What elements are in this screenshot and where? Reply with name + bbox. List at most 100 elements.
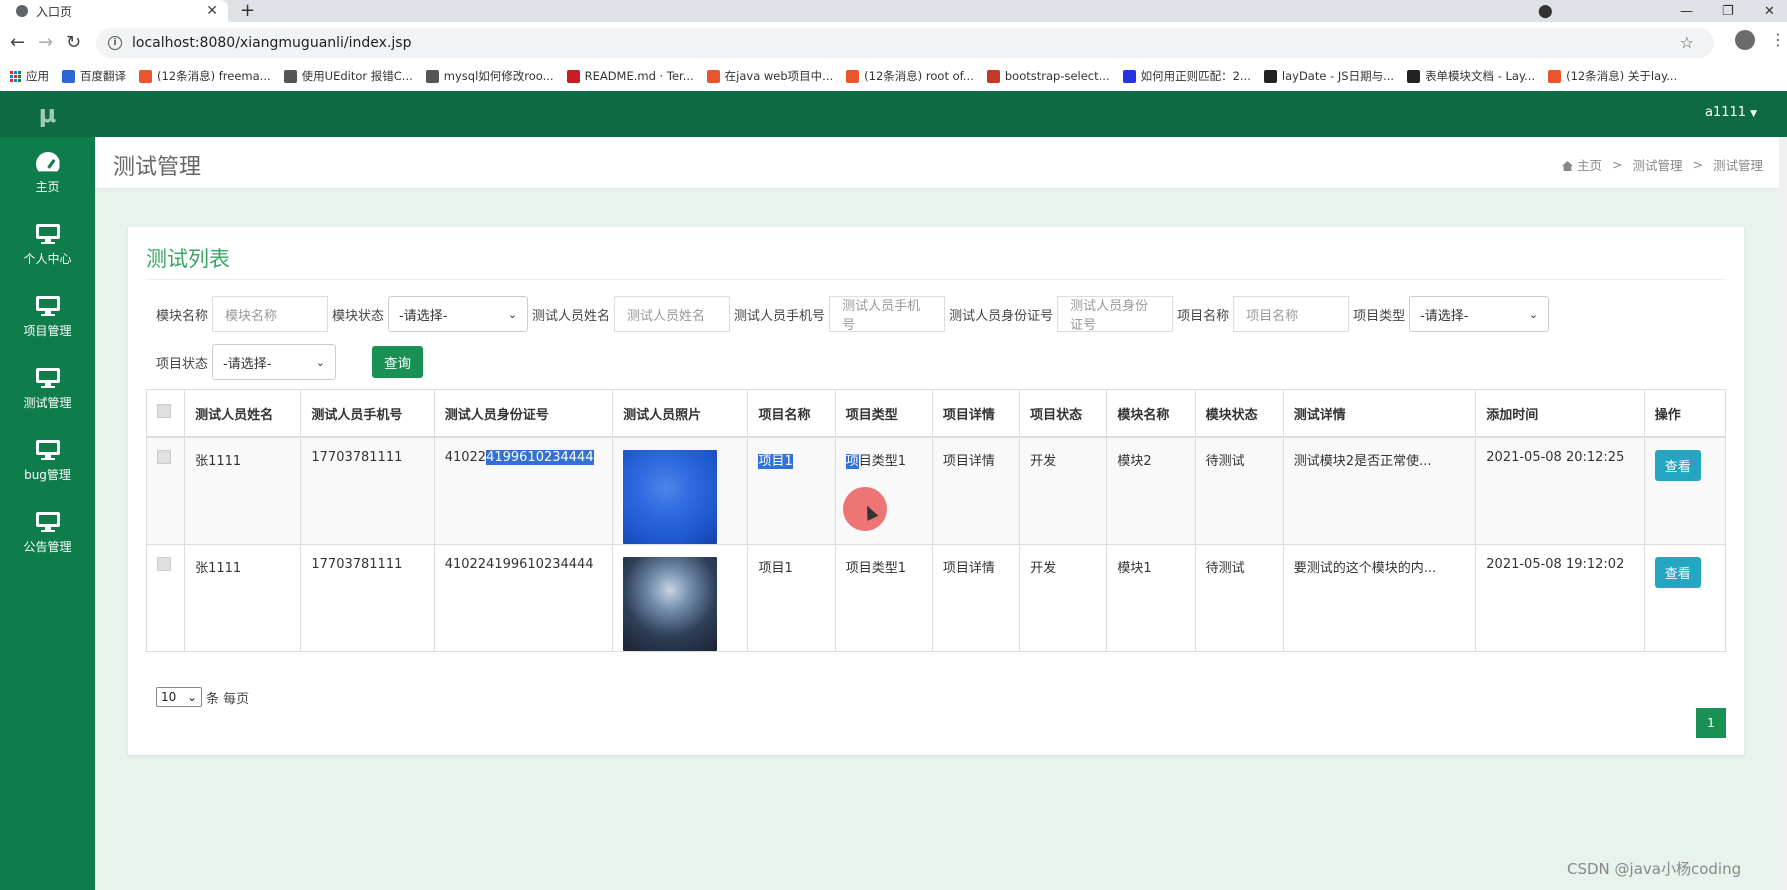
browser-tab[interactable]: 入口页 ✕	[0, 0, 228, 22]
filter-select[interactable]: -请选择- ⌄	[1409, 296, 1550, 332]
forward-arrow-icon[interactable]: →	[38, 32, 53, 53]
close-window-button[interactable]: ✕	[1764, 0, 1775, 22]
bookmark-item[interactable]: 表单模块文档 - Lay...	[1407, 68, 1535, 84]
info-icon[interactable]: i	[108, 36, 122, 50]
new-tab-button[interactable]: +	[240, 0, 255, 22]
filter-input[interactable]: 测试人员手机号	[829, 296, 946, 333]
profile-menu-icon[interactable]: ⬤	[1538, 0, 1553, 22]
chevron-down-icon: ⌄	[507, 307, 518, 321]
user-menu[interactable]: a1111 ▼	[1705, 105, 1757, 120]
filter-input[interactable]: 测试人员姓名	[614, 296, 731, 332]
id-text: 410224199610234444	[444, 556, 594, 572]
project-type-text: 目类型1	[858, 453, 906, 469]
filter-input[interactable]: 测试人员身份证号	[1057, 296, 1174, 333]
chevron-down-icon: ⌄	[186, 690, 197, 704]
sidebar-item-1[interactable]: 个人中心	[0, 209, 95, 281]
project-name-text: 项目1	[758, 453, 793, 469]
table-row: 张1111 17703781111 410224199610234444 项目1 项目类…	[145, 543, 1727, 652]
sidebar-item-label: 测试管理	[23, 395, 72, 410]
filter-label: 项目类型	[1353, 308, 1406, 324]
scrollbar[interactable]	[1779, 137, 1787, 890]
bookmark-item[interactable]: README.md · Ter...	[566, 69, 694, 83]
sidebar-item-2[interactable]: 项目管理	[0, 281, 95, 353]
sidebar-item-0[interactable]: 主页	[0, 137, 95, 209]
cell-module-name: 模块2	[1106, 436, 1196, 545]
bookmark-item[interactable]: mysql如何修改roo...	[425, 68, 554, 84]
sidebar-item-5[interactable]: 公告管理	[0, 497, 95, 569]
menu-kebab-icon[interactable]: ⋮	[1770, 30, 1786, 49]
bookmark-item[interactable]: (12条消息) freema...	[139, 68, 271, 84]
bookmark-item[interactable]: layDate - JS日期与...	[1263, 68, 1394, 84]
filter-input[interactable]: 模块名称	[212, 296, 329, 332]
cell-module-name: 模块1	[1106, 543, 1196, 652]
cell-project-type: 项目类型1	[834, 436, 933, 545]
filter-label: 模块状态	[332, 308, 385, 324]
tab-close-icon[interactable]: ✕	[206, 3, 218, 19]
filter-select[interactable]: -请选择- ⌄	[212, 344, 337, 380]
filter-row: 模块名称 模块名称 模块状态 -请选择- ⌄ 测试人员姓名 测试人员姓名 测试人员手机号 测试人…	[156, 295, 1736, 333]
cell-project-detail: 项目详情	[931, 436, 1021, 545]
filter-input[interactable]: 项目名称	[1233, 296, 1350, 332]
cell-action: 查看	[1643, 543, 1727, 652]
column-header: 项目详情	[931, 389, 1021, 438]
bookmark-item[interactable]: bootstrap-select...	[986, 69, 1110, 83]
column-header: 操作	[1643, 389, 1727, 438]
sidebar-item-3[interactable]: 测试管理	[0, 353, 95, 425]
breadcrumb-home[interactable]: 主页	[1561, 155, 1602, 174]
breadcrumb-item[interactable]: 测试管理	[1632, 155, 1682, 174]
project-type-text: 项目类型1	[845, 560, 906, 576]
pagination-page-1[interactable]: 1	[1696, 708, 1726, 738]
caret-down-icon: ▼	[1750, 109, 1757, 119]
filter-select[interactable]: -请选择- ⌄	[388, 296, 529, 332]
layui-icon	[1263, 69, 1277, 83]
profile-avatar[interactable]	[1735, 30, 1755, 50]
bookmark-label: 在java web项目中...	[724, 69, 834, 83]
bookmark-item[interactable]: 在java web项目中...	[706, 68, 834, 84]
doc-icon	[986, 69, 1000, 83]
restore-button[interactable]: ❐	[1722, 0, 1734, 22]
bookmark-item[interactable]: 应用	[10, 68, 49, 84]
bookmark-label: 表单模块文档 - Lay...	[1425, 69, 1536, 83]
row-checkbox-cell	[145, 543, 186, 652]
blog-icon	[283, 69, 297, 83]
chevron-down-icon: ⌄	[315, 355, 326, 369]
column-header: 测试人员手机号	[300, 389, 435, 438]
cell-added-time: 2021-05-08 19:12:02	[1475, 543, 1645, 652]
bookmark-item[interactable]: 百度翻译	[62, 68, 126, 84]
bookmark-item[interactable]: 如何用正则匹配：2...	[1122, 68, 1251, 84]
url-bar[interactable]: i localhost:8080/xiangmuguanli/index.jsp…	[96, 28, 1714, 58]
query-button[interactable]: 查询	[372, 346, 424, 378]
row-checkbox[interactable]	[157, 556, 171, 571]
bookmark-item[interactable]: (12条消息) 关于lay...	[1548, 68, 1677, 84]
selected-text: 4199610234444	[486, 449, 594, 465]
column-header: 测试人员身份证号	[433, 389, 614, 438]
bookmark-item[interactable]: 使用UEditor 报错C...	[283, 68, 413, 84]
reload-icon[interactable]: ↻	[66, 32, 81, 53]
row-checkbox[interactable]	[157, 449, 171, 464]
cell-project-name: 项目1	[747, 436, 836, 545]
bookmark-star-icon[interactable]: ☆	[1680, 33, 1694, 52]
page-size-select[interactable]: 10 ⌄	[156, 687, 202, 707]
sidebar-item-label: 公告管理	[23, 539, 72, 554]
cell-phone: 17703781111	[300, 436, 435, 545]
sidebar-item-label: 主页	[35, 179, 60, 194]
card-title: 测试列表	[146, 247, 230, 271]
view-button[interactable]: 查看	[1654, 556, 1701, 588]
breadcrumb-current: 测试管理	[1712, 158, 1763, 173]
select-value: -请选择-	[223, 356, 272, 372]
row-checkbox-cell	[145, 436, 186, 545]
bookmark-label: 使用UEditor 报错C...	[301, 69, 413, 83]
minimize-button[interactable]: —	[1680, 0, 1693, 22]
bookmark-item[interactable]: (12条消息) root of...	[846, 68, 974, 84]
column-header: 项目类型	[834, 389, 933, 438]
select-all-checkbox[interactable]	[157, 404, 171, 418]
back-arrow-icon[interactable]: ←	[10, 32, 25, 53]
bookmark-label: 如何用正则匹配：2...	[1140, 69, 1251, 83]
sidebar-item-4[interactable]: bug管理	[0, 425, 95, 497]
app-logo: μ	[0, 91, 95, 137]
bookmarks-bar: 应用 百度翻译 (12条消息) freema... 使用UEditor 报错C... m…	[0, 61, 1787, 91]
bookmark-label: mysql如何修改roo...	[443, 69, 554, 83]
home-icon	[1561, 161, 1573, 171]
view-button[interactable]: 查看	[1654, 449, 1701, 481]
filter-label: 项目名称	[1177, 308, 1230, 324]
